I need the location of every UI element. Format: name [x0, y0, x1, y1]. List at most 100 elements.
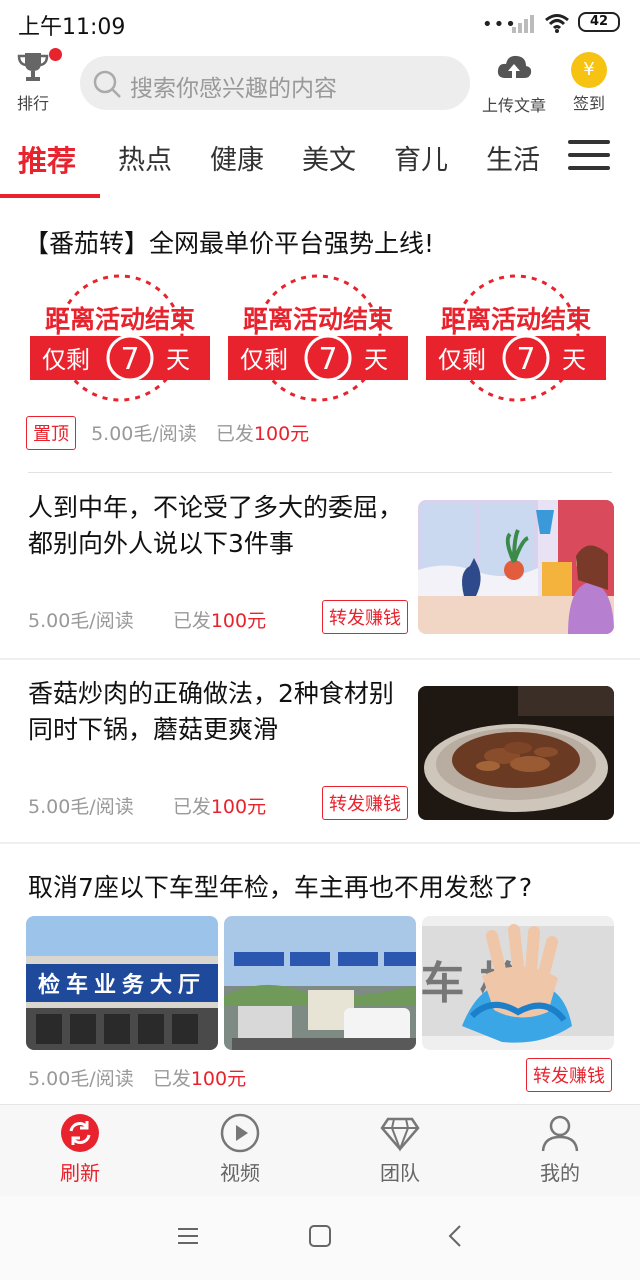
back-icon[interactable] [444, 1224, 468, 1248]
article-title: 人到中年，不论受了多大的委屈，都别向外人说以下3件事 [28, 493, 404, 558]
upload-label: 上传文章 [481, 96, 546, 115]
cloud-upload-icon [497, 55, 532, 78]
read-rate: 5.00毛/阅读 [91, 423, 197, 445]
system-nav-bar [0, 1196, 640, 1280]
article-item[interactable]: 取消7座以下车型年检，车主再也不用发愁了? 检车业务大厅 车 检 5.00毛/阅… [0, 842, 640, 1105]
banner-days: 7 [120, 342, 139, 377]
banner-line1: 距离活动结束 [45, 305, 196, 334]
user-icon [541, 1115, 579, 1152]
notification-dot [49, 48, 62, 61]
nav-video[interactable]: 视频 [180, 1113, 300, 1186]
article-image: 车 检 [422, 916, 614, 1050]
paid-prefix: 已发 [172, 796, 211, 818]
paid-amount: 100元 [190, 1068, 247, 1090]
promo-banner-image: 距离活动结束 仅剩 7 天 [26, 272, 214, 402]
status-bar: 上午11:09 ••• 42 [0, 0, 640, 44]
article-meta: 5.00毛/阅读 已发100元 转发赚钱 [28, 1058, 612, 1092]
tab-recommend[interactable]: 推荐 [18, 138, 76, 180]
bottom-nav: 刷新 视频 团队 我的 [0, 1104, 640, 1196]
home-icon[interactable] [308, 1224, 332, 1248]
signin-label: 签到 [572, 94, 605, 113]
banner-suffix: 天 [166, 346, 190, 374]
paid-label: 已发100元 [173, 796, 266, 818]
tab-health[interactable]: 健康 [210, 138, 264, 177]
nav-video-label: 视频 [220, 1161, 260, 1185]
paid-amount: 100元 [210, 610, 267, 632]
tab-life[interactable]: 生活 [486, 138, 540, 177]
nav-refresh[interactable]: 刷新 [20, 1113, 140, 1186]
article-title: 取消7座以下车型年检，车主再也不用发愁了? [28, 873, 533, 902]
share-earn-button[interactable]: 转发赚钱 [322, 786, 408, 820]
article-image: 检车业务大厅 [26, 916, 218, 1050]
nav-mine-label: 我的 [540, 1161, 580, 1185]
article-meta: 5.00毛/阅读 已发100元 转发赚钱 [28, 786, 408, 820]
coin-icon: ¥ [571, 52, 607, 88]
read-rate: 5.00毛/阅读 [28, 610, 134, 632]
promo-title: 【番茄转】全网最单价平台强势上线! [24, 229, 435, 258]
image-sign-text: 检车业务大厅 [38, 972, 206, 998]
banner-prefix: 仅剩 [438, 346, 486, 374]
article-image [224, 916, 416, 1050]
tab-essay[interactable]: 美文 [302, 138, 356, 177]
category-tabs: 推荐 热点 健康 美文 育儿 生活 [0, 124, 640, 200]
banner-prefix: 仅剩 [240, 346, 288, 374]
status-time: 上午11:09 [18, 15, 126, 40]
banner-prefix: 仅剩 [42, 346, 90, 374]
paid-label: 已发100元 [153, 1068, 246, 1090]
article-item[interactable]: 香菇炒肉的正确做法，2种食材别同时下锅，蘑菇更爽滑 5.00毛/阅读 已发100… [0, 660, 640, 844]
rank-label: 排行 [16, 94, 49, 113]
article-thumbnail [418, 500, 614, 634]
banner-line1: 距离活动结束 [441, 305, 592, 334]
play-icon [220, 1113, 260, 1153]
wifi-icon [545, 14, 569, 33]
top-header: 排行 搜索你感兴趣的内容 上传文章 ¥ 签到 [0, 44, 640, 124]
tab-parenting[interactable]: 育儿 [394, 138, 448, 177]
banner-suffix: 天 [562, 346, 586, 374]
promo-banner-image: 距离活动结束 仅剩 7 天 [422, 272, 610, 402]
nav-mine[interactable]: 我的 [500, 1113, 620, 1186]
promo-article[interactable]: 【番茄转】全网最单价平台强势上线! 距离活动结束 仅剩 7 天 距离活动结束 仅… [0, 200, 640, 472]
article-title: 香菇炒肉的正确做法，2种食材别同时下锅，蘑菇更爽滑 [28, 679, 394, 744]
article-item[interactable]: 人到中年，不论受了多大的委屈，都别向外人说以下3件事 5.00毛/阅读 已发10… [0, 474, 640, 658]
banner-suffix: 天 [364, 346, 388, 374]
banner-days: 7 [318, 342, 337, 377]
paid-amount: 100元 [253, 423, 310, 445]
rank-button[interactable]: 排行 [10, 48, 62, 114]
search-placeholder: 搜索你感兴趣的内容 [130, 76, 337, 102]
paid-label: 已发100元 [173, 610, 266, 632]
read-rate: 5.00毛/阅读 [28, 796, 134, 818]
search-icon [93, 70, 121, 98]
trophy-icon [17, 53, 49, 81]
signal-icon [512, 15, 534, 33]
read-rate: 5.00毛/阅读 [28, 1068, 134, 1090]
article-feed[interactable]: 【番茄转】全网最单价平台强势上线! 距离活动结束 仅剩 7 天 距离活动结束 仅… [0, 200, 640, 1105]
recent-apps-icon[interactable] [176, 1224, 200, 1248]
diamond-icon [380, 1117, 420, 1152]
nav-team[interactable]: 团队 [340, 1113, 460, 1186]
upload-article-button[interactable]: 上传文章 [476, 52, 552, 116]
paid-prefix: 已发 [152, 1068, 191, 1090]
active-tab-indicator [0, 194, 100, 198]
battery-icon: 42 [578, 12, 620, 32]
divider [28, 472, 612, 473]
banner-line1: 距离活动结束 [243, 305, 394, 334]
share-earn-button[interactable]: 转发赚钱 [322, 600, 408, 634]
paid-prefix: 已发 [215, 423, 254, 445]
paid-label: 已发100元 [216, 423, 309, 445]
signin-button[interactable]: ¥ 签到 [564, 52, 614, 114]
banner-days: 7 [516, 342, 535, 377]
paid-amount: 100元 [210, 796, 267, 818]
article-meta: 5.00毛/阅读 已发100元 转发赚钱 [28, 600, 408, 634]
tab-hot[interactable]: 热点 [118, 138, 172, 177]
article-thumbnail [418, 686, 614, 820]
search-input[interactable]: 搜索你感兴趣的内容 [80, 56, 470, 110]
menu-icon[interactable] [568, 140, 610, 174]
share-earn-button[interactable]: 转发赚钱 [526, 1058, 612, 1092]
promo-banner-image: 距离活动结束 仅剩 7 天 [224, 272, 412, 402]
nav-refresh-label: 刷新 [60, 1161, 100, 1185]
paid-prefix: 已发 [172, 610, 211, 632]
refresh-icon [61, 1114, 99, 1152]
nav-team-label: 团队 [380, 1161, 420, 1185]
pinned-badge: 置顶 [26, 416, 76, 450]
promo-meta: 置顶 5.00毛/阅读 已发100元 [26, 416, 309, 450]
